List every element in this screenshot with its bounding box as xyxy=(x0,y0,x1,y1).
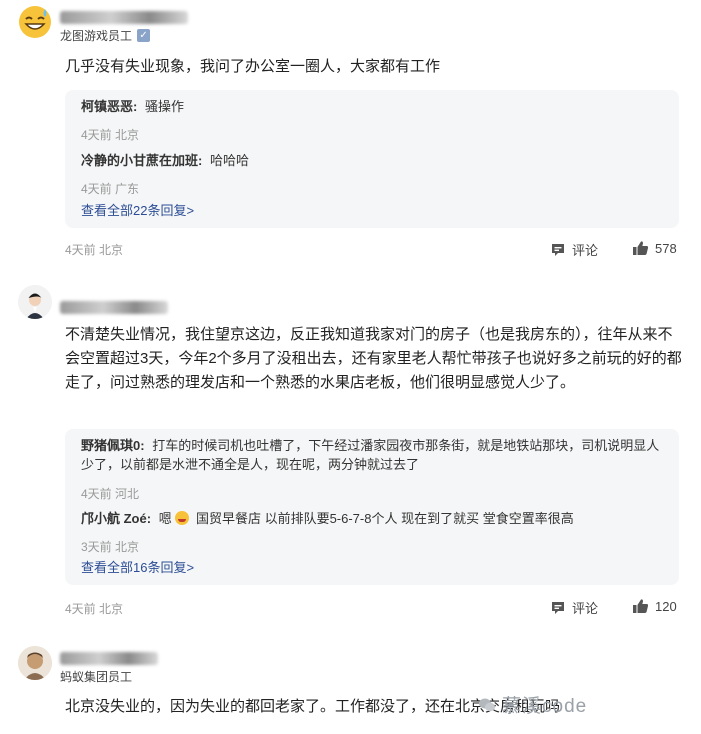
comment-icon xyxy=(552,601,564,614)
like-button[interactable]: 578 xyxy=(632,240,677,256)
cartoon-avatar-icon xyxy=(18,646,52,680)
user-title-label: 蚂蚁集团员工 xyxy=(60,670,133,684)
watermark-text: 慕溪code xyxy=(502,696,588,717)
comment-text: 不清楚失业情况，我住望京这边，反正我知道我家对门的房子（也是我房东的），往年从来… xyxy=(65,326,682,391)
comment-button[interactable]: 评论 xyxy=(550,240,598,259)
reply-item[interactable]: 冷静的小甘蔗在加班: 哈哈哈 xyxy=(81,151,665,170)
reply-author[interactable]: 柯镇恶恶: xyxy=(81,99,137,114)
comment-text: 北京没失业的，因为失业的都回老家了。工作都没了，还在北京交房租玩吗 xyxy=(65,698,561,715)
reply-item[interactable]: 野猪佩琪0: 打车的时候司机也吐槽了，下午经过潘家园夜市那条街，就是地铁站那块，… xyxy=(81,436,665,474)
view-all-replies-link[interactable]: 查看全部16条回复> xyxy=(81,557,194,576)
avatar[interactable] xyxy=(18,285,52,319)
comment-2: 不清楚失业情况，我住望京这边，反正我知道我家对门的房子（也是我房东的），往年从来… xyxy=(0,262,701,622)
user-title: 蚂蚁集团员工 xyxy=(60,668,132,685)
reply-box: 柯镇恶恶: 骚操作 4天前 北京 冷静的小甘蔗在加班: 哈哈哈 4天前 广东 查… xyxy=(65,90,679,228)
comment-meta: 4天前 北京 xyxy=(65,243,124,257)
username-blurred[interactable] xyxy=(60,8,188,24)
comment-label: 评论 xyxy=(572,601,599,616)
like-count: 120 xyxy=(655,598,677,614)
comment-label: 评论 xyxy=(572,243,599,258)
like-count: 578 xyxy=(655,240,677,256)
reply-meta: 4天前 北京 xyxy=(81,128,140,142)
reply-author[interactable]: 冷静的小甘蔗在加班: xyxy=(81,153,202,168)
reply-author[interactable]: 邝小航 Zoé: xyxy=(81,511,151,526)
reply-item[interactable]: 柯镇恶恶: 骚操作 xyxy=(81,97,665,116)
wechat-icon xyxy=(479,698,495,711)
reply-prefix: 嗯 xyxy=(158,511,172,526)
person-avatar-icon xyxy=(18,285,52,319)
reply-meta: 3天前 北京 xyxy=(81,540,140,554)
sweat-smile-emoji-icon xyxy=(19,6,51,38)
comment-1: 龙图游戏员工 ✓ 几乎没有失业现象，我问了办公室一圈人，大家都有工作 柯镇恶恶:… xyxy=(0,0,701,262)
reply-text: 骚操作 xyxy=(144,99,184,114)
reply-meta: 4天前 河北 xyxy=(81,487,140,501)
avatar[interactable] xyxy=(18,646,52,680)
user-title: 龙图游戏员工 ✓ xyxy=(60,27,151,44)
reply-text: 打车的时候司机也吐槽了，下午经过潘家园夜市那条街，就是地铁站那块，司机说明显人少… xyxy=(81,438,660,472)
reply-item[interactable]: 邝小航 Zoé: 嗯 国贸早餐店 以前排队要5-6-7-8个人 现在到了就买 堂… xyxy=(81,509,665,528)
comment-meta: 4天前 北京 xyxy=(65,602,124,616)
comment-3: 蚂蚁集团员工 北京没失业的，因为失业的都回老家了。工作都没了，还在北京交房租玩吗 xyxy=(0,622,701,734)
thumbs-up-icon xyxy=(633,599,649,613)
username-blurred[interactable] xyxy=(60,649,158,665)
reply-author[interactable]: 野猪佩琪0: xyxy=(81,438,145,453)
view-all-replies-link[interactable]: 查看全部22条回复> xyxy=(81,200,194,219)
avatar[interactable] xyxy=(18,5,52,39)
reply-text: 哈哈哈 xyxy=(209,153,249,168)
username-blurred[interactable] xyxy=(60,298,168,314)
user-title-label: 龙图游戏员工 xyxy=(60,29,133,43)
reply-meta: 4天前 广东 xyxy=(81,182,140,196)
reply-box: 野猪佩琪0: 打车的时候司机也吐槽了，下午经过潘家园夜市那条街，就是地铁站那块，… xyxy=(65,429,679,585)
like-button[interactable]: 120 xyxy=(632,598,677,614)
comment-icon xyxy=(552,243,564,256)
comment-button[interactable]: 评论 xyxy=(550,598,598,617)
comment-text: 几乎没有失业现象，我问了办公室一圈人，大家都有工作 xyxy=(65,58,441,75)
verified-badge-icon: ✓ xyxy=(137,29,151,42)
watermark: 慕溪code xyxy=(478,691,587,718)
laughing-emoji-icon xyxy=(175,511,190,525)
thumbs-up-icon xyxy=(633,241,649,255)
reply-text: 国贸早餐店 以前排队要5-6-7-8个人 现在到了就买 堂食空置率很高 xyxy=(195,511,574,526)
